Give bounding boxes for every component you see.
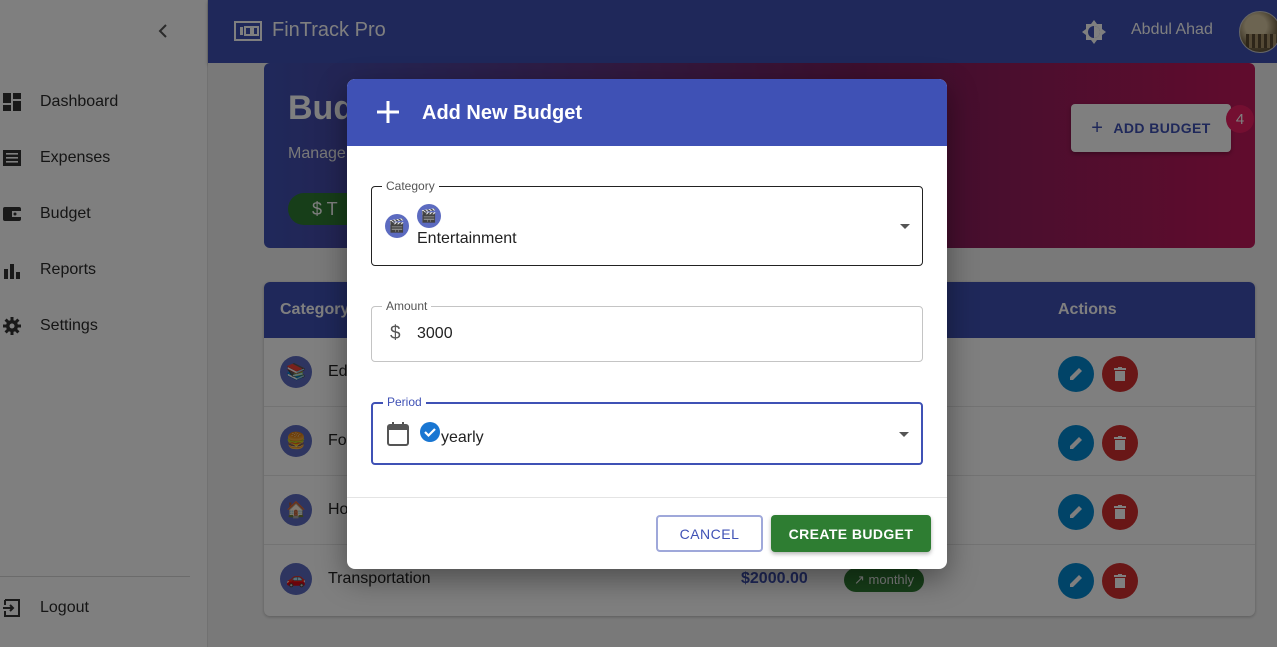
chevron-down-icon [899, 432, 909, 437]
category-option-icon: 🎬 [417, 204, 441, 228]
amount-value: 3000 [417, 325, 453, 342]
period-value: yearly [441, 429, 484, 446]
amount-label: Amount [382, 299, 432, 313]
dialog-divider [347, 497, 947, 498]
dialog-header: Add New Budget [347, 79, 947, 146]
category-value: Entertainment [417, 230, 517, 247]
plus-icon [375, 99, 401, 125]
dialog-title: Add New Budget [422, 102, 582, 124]
category-adornment-icon: 🎬 [385, 214, 409, 238]
dollar-icon: $ [390, 323, 401, 344]
period-label: Period [383, 395, 426, 409]
period-select[interactable]: Period yearly [371, 395, 923, 465]
check-circle-icon [419, 421, 441, 443]
cancel-button[interactable]: CANCEL [656, 515, 763, 552]
category-select[interactable]: Category 🎬 🎬 Entertainment [371, 179, 923, 266]
add-budget-dialog: Add New Budget Category 🎬 🎬 Entertainmen… [347, 79, 947, 569]
category-label: Category [382, 179, 439, 193]
create-budget-button[interactable]: CREATE BUDGET [771, 515, 931, 552]
amount-field[interactable]: Amount $ 3000 [371, 299, 923, 362]
chevron-down-icon [900, 224, 910, 229]
calendar-icon [387, 422, 409, 446]
